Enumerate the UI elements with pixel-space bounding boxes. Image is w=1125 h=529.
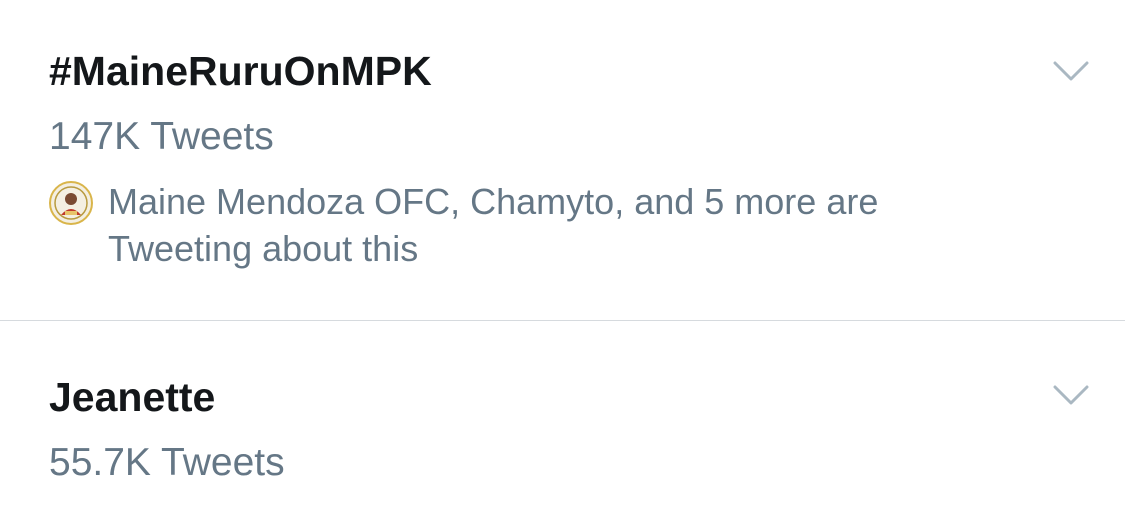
tweet-count: 55.7K Tweets	[49, 441, 285, 484]
trend-item[interactable]: Jeanette 55.7K Tweets	[0, 321, 1125, 529]
trend-item[interactable]: #MaineRuruOnMPK 147K Tweets Maine Mendoz…	[0, 0, 1125, 320]
trend-name: Jeanette	[49, 374, 216, 420]
social-context-text: Maine Mendoza OFC, Chamyto, and 5 more a…	[108, 181, 879, 269]
avatar	[49, 181, 93, 225]
tweet-count: 147K Tweets	[49, 115, 274, 158]
chevron-down-icon[interactable]	[1053, 384, 1089, 406]
trend-name: #MaineRuruOnMPK	[49, 48, 432, 94]
chevron-down-icon[interactable]	[1053, 60, 1089, 82]
